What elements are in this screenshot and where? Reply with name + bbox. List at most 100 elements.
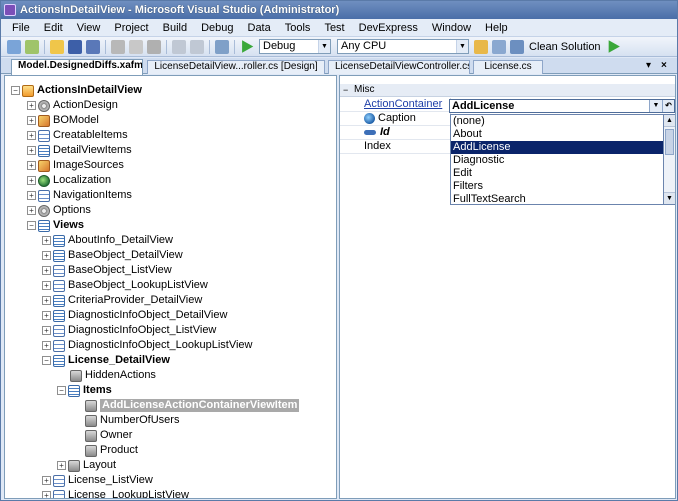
tree-node-items[interactable]: − Items xyxy=(57,383,112,398)
navigate-icon[interactable] xyxy=(215,39,229,54)
dropdown-option-none[interactable]: (none) xyxy=(451,115,663,128)
tree-root[interactable]: − ActionsInDetailView xyxy=(11,83,142,98)
expand-icon[interactable]: + xyxy=(27,101,36,110)
expand-icon[interactable]: + xyxy=(27,191,36,200)
menu-help[interactable]: Help xyxy=(478,20,515,36)
run-icon[interactable] xyxy=(608,40,620,53)
expand-icon[interactable]: + xyxy=(42,251,51,260)
copy-icon[interactable] xyxy=(129,39,143,54)
tree-node-view[interactable]: + AboutInfo_DetailView xyxy=(42,233,173,248)
menu-test[interactable]: Test xyxy=(317,20,351,36)
tree-node-localization[interactable]: + Localization xyxy=(27,173,111,188)
collapse-icon[interactable]: − xyxy=(57,386,66,395)
add-item-icon[interactable] xyxy=(25,39,39,54)
collapse-icon[interactable]: − xyxy=(42,356,51,365)
expand-icon[interactable]: + xyxy=(42,266,51,275)
chevron-down-icon[interactable]: ▼ xyxy=(649,100,662,112)
tree-node-actiondesign[interactable]: + ActionDesign xyxy=(27,98,118,113)
expand-icon[interactable]: + xyxy=(27,116,36,125)
redo-icon[interactable] xyxy=(190,39,204,54)
expand-icon[interactable]: + xyxy=(27,176,36,185)
expand-icon[interactable]: + xyxy=(27,161,36,170)
tree-node-view[interactable]: + DiagnosticInfoObject_LookupListView xyxy=(42,338,252,353)
tree-node-owner[interactable]: Owner xyxy=(85,428,132,443)
dropdown-option-fulltextsearch[interactable]: FullTextSearch xyxy=(451,193,663,204)
undo-icon[interactable] xyxy=(172,39,186,54)
dropdown-option-filters[interactable]: Filters xyxy=(451,180,663,193)
start-debug-icon[interactable] xyxy=(242,40,254,53)
menu-edit[interactable]: Edit xyxy=(37,20,70,36)
expand-icon[interactable]: + xyxy=(42,341,51,350)
property-category-misc[interactable]: − Misc xyxy=(340,84,675,97)
scroll-up-icon[interactable]: ▲ xyxy=(664,115,675,127)
expand-icon[interactable]: + xyxy=(27,146,36,155)
tab-list-dropdown-icon[interactable]: ▾ xyxy=(646,60,651,72)
tree-node-view[interactable]: + License_ListView xyxy=(42,473,153,488)
tab-model-designed-diffs[interactable]: Model.DesignedDiffs.xafml xyxy=(11,59,143,75)
tree-node-view[interactable]: + BaseObject_DetailView xyxy=(42,248,183,263)
scrollbar-thumb[interactable] xyxy=(665,129,674,155)
collapse-icon[interactable]: − xyxy=(27,221,36,230)
dropdown-option-about[interactable]: About xyxy=(451,128,663,141)
tree-node-layout[interactable]: + Layout xyxy=(57,458,116,473)
expand-icon[interactable]: + xyxy=(57,461,66,470)
tree-node-view[interactable]: + CriteriaProvider_DetailView xyxy=(42,293,202,308)
options-scrollbar[interactable]: ▲ ▼ xyxy=(664,114,675,205)
platform-combo[interactable]: Any CPU ▼ xyxy=(337,39,469,54)
paste-icon[interactable] xyxy=(147,39,161,54)
property-name-actioncontainer[interactable]: ActionContainer xyxy=(364,98,442,110)
tree-node-numberofusers[interactable]: NumberOfUsers xyxy=(85,413,179,428)
tree-node-view[interactable]: + BaseObject_ListView xyxy=(42,263,172,278)
collapse-icon[interactable]: − xyxy=(343,84,348,96)
menu-data[interactable]: Data xyxy=(241,20,278,36)
save-all-icon[interactable] xyxy=(86,39,100,54)
expand-icon[interactable]: + xyxy=(42,311,51,320)
cut-icon[interactable] xyxy=(111,39,125,54)
tree-node-hiddenactions[interactable]: HiddenActions xyxy=(70,368,156,383)
close-icon[interactable]: × xyxy=(661,60,667,72)
new-project-icon[interactable] xyxy=(7,39,21,54)
tree-node-view[interactable]: + License_LookupListView xyxy=(42,488,189,498)
expand-icon[interactable]: + xyxy=(27,131,36,140)
dropdown-option-edit[interactable]: Edit xyxy=(451,167,663,180)
scroll-down-icon[interactable]: ▼ xyxy=(664,192,675,204)
properties-icon[interactable] xyxy=(492,39,506,54)
expand-icon[interactable]: + xyxy=(42,491,51,498)
chevron-down-icon[interactable]: ▼ xyxy=(318,40,330,53)
dropdown-option-diagnostic[interactable]: Diagnostic xyxy=(451,154,663,167)
menu-debug[interactable]: Debug xyxy=(194,20,240,36)
expand-icon[interactable]: + xyxy=(42,326,51,335)
menu-build[interactable]: Build xyxy=(156,20,194,36)
tree-node-creatableitems[interactable]: + CreatableItems xyxy=(27,128,128,143)
tree-node-view[interactable]: + BaseObject_LookupListView xyxy=(42,278,208,293)
tab-license-detailview-controller[interactable]: LicenseDetailViewController.cs xyxy=(328,60,470,74)
solution-config-combo[interactable]: Debug ▼ xyxy=(259,39,331,54)
menu-view[interactable]: View xyxy=(70,20,108,36)
tree-node-addlicense-item[interactable]: AddLicenseActionContainerViewItem xyxy=(85,398,300,413)
tree-node-bomodel[interactable]: + BOModel xyxy=(27,113,99,128)
collapse-icon[interactable]: − xyxy=(11,86,20,95)
save-icon[interactable] xyxy=(68,39,82,54)
chevron-down-icon[interactable]: ▼ xyxy=(456,40,468,53)
menu-window[interactable]: Window xyxy=(425,20,478,36)
tree-node-view[interactable]: + DiagnosticInfoObject_ListView xyxy=(42,323,216,338)
expand-icon[interactable]: + xyxy=(42,236,51,245)
tab-license-detailview-designer[interactable]: LicenseDetailView...roller.cs [Design] xyxy=(147,60,325,74)
tree-node-product[interactable]: Product xyxy=(85,443,138,458)
clean-solution-button[interactable]: Clean Solution xyxy=(529,41,601,53)
menu-devexpress[interactable]: DevExpress xyxy=(352,20,425,36)
menu-tools[interactable]: Tools xyxy=(278,20,318,36)
tree-node-views[interactable]: − Views xyxy=(27,218,84,233)
menu-project[interactable]: Project xyxy=(107,20,155,36)
tab-license-cs[interactable]: License.cs xyxy=(473,60,543,74)
expand-icon[interactable]: + xyxy=(42,281,51,290)
tree-node-navigationitems[interactable]: + NavigationItems xyxy=(27,188,132,203)
expand-icon[interactable]: + xyxy=(27,206,36,215)
tree-node-view[interactable]: + DiagnosticInfoObject_DetailView xyxy=(42,308,227,323)
reset-icon[interactable]: ↶ xyxy=(662,100,674,112)
expand-icon[interactable]: + xyxy=(42,296,51,305)
clean-solution-icon[interactable] xyxy=(510,39,524,54)
tree-node-detailviewitems[interactable]: + DetailViewItems xyxy=(27,143,132,158)
expand-icon[interactable]: + xyxy=(42,476,51,485)
dropdown-option-addlicense[interactable]: AddLicense xyxy=(451,141,663,154)
